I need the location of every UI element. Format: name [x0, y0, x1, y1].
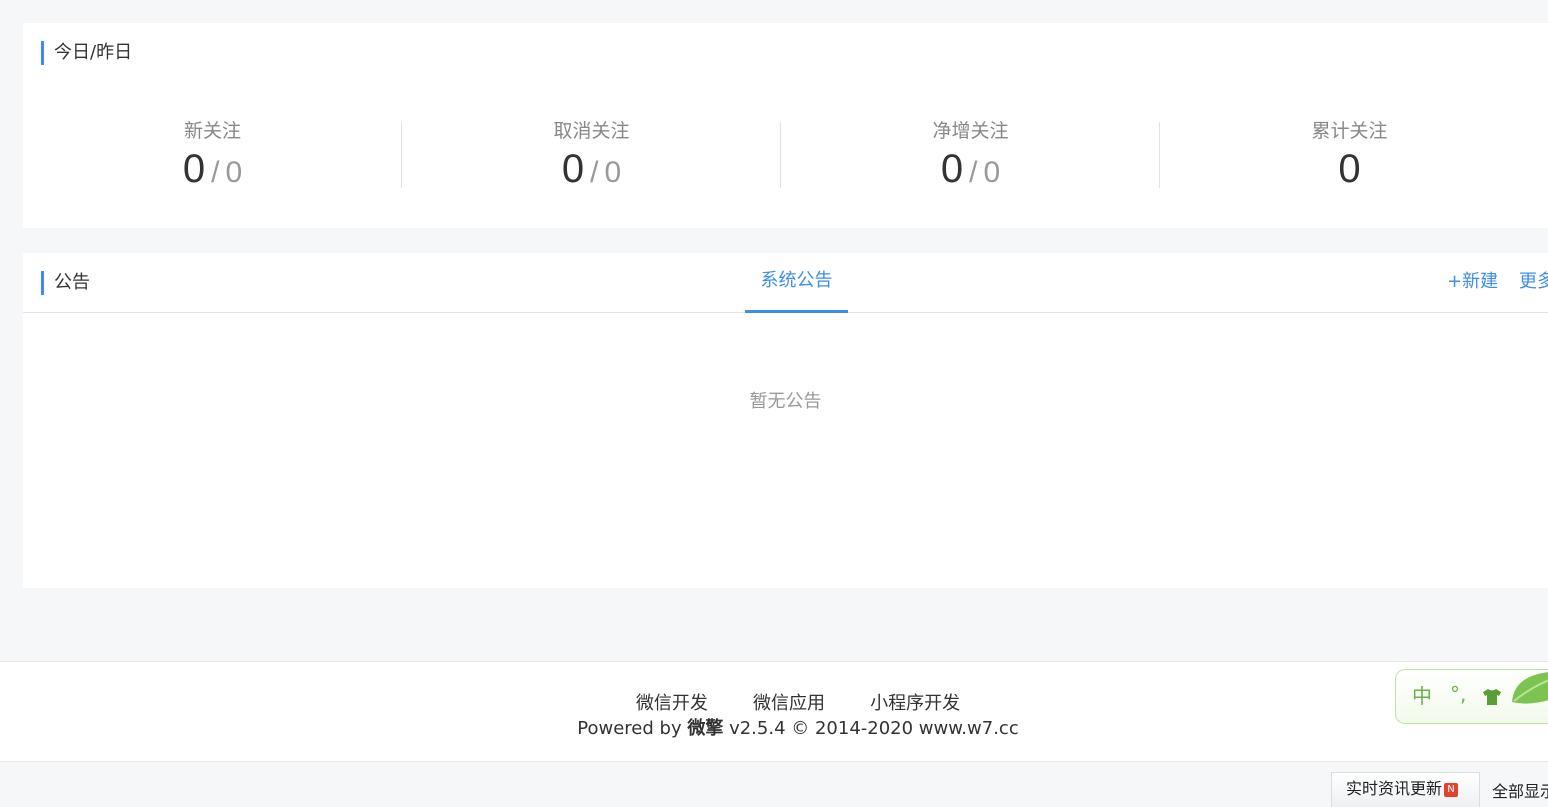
live-news-label: 实时资讯更新 — [1346, 779, 1443, 798]
stats-row: 新关注 0/0 取消关注 0/0 净增关注 0/0 累计关注 0 — [23, 118, 1548, 190]
stat-value: 0 — [1160, 148, 1539, 198]
tshirt-icon[interactable] — [1482, 688, 1502, 706]
ime-toolbar[interactable]: 中 °, — [1395, 669, 1548, 724]
live-news-tab[interactable]: 实时资讯更新 N — [1331, 772, 1480, 807]
footer-link-miniprogram-dev[interactable]: 小程序开发 — [870, 692, 960, 716]
footer-link-wechat-apps[interactable]: 微信应用 — [753, 692, 825, 716]
notice-header: 公告 系统公告 +新建 更多 — [23, 253, 1548, 313]
stat-label: 累计关注 — [1311, 120, 1388, 142]
stats-card-title: 今日/昨日 — [41, 41, 132, 65]
new-notice-link[interactable]: +新建 — [1447, 270, 1498, 294]
stat-separator: / — [969, 156, 978, 189]
notice-card-title: 公告 — [41, 271, 90, 295]
stat-yesterday-value: 0 — [983, 156, 1001, 189]
stat-separator: / — [590, 156, 599, 189]
notice-card: 公告 系统公告 +新建 更多 暂无公告 — [23, 253, 1548, 588]
stat-separator: / — [211, 156, 220, 189]
stat-value: 0/0 — [781, 148, 1160, 198]
ime-punctuation-toggle[interactable]: °, — [1450, 682, 1466, 706]
stat-total-follow: 累计关注 0 — [1160, 118, 1539, 190]
page-footer: 微信开发 微信应用 小程序开发 Powered by 微擎 v2.5.4 © 2… — [0, 661, 1548, 762]
stat-today-value: 0 — [182, 147, 206, 191]
powered-prefix: Powered by — [577, 718, 688, 739]
show-all-button[interactable]: 全部显示 — [1492, 780, 1548, 804]
stat-yesterday-value: 0 — [604, 156, 622, 189]
stat-value: 0/0 — [23, 148, 402, 198]
ime-mode-toggle[interactable]: 中 — [1412, 684, 1432, 708]
powered-suffix: v2.5.4 © 2014-2020 www.w7.cc — [723, 718, 1019, 739]
stats-card: 今日/昨日 新关注 0/0 取消关注 0/0 净增关注 0/0 累计关注 0 — [23, 23, 1548, 228]
footer-links: 微信开发 微信应用 小程序开发 — [0, 692, 1548, 716]
stat-label: 取消关注 — [553, 120, 630, 142]
stat-unfollow: 取消关注 0/0 — [402, 118, 781, 190]
stat-today-value: 0 — [940, 147, 964, 191]
stat-today-value: 0 — [561, 147, 585, 191]
stat-net-follow: 净增关注 0/0 — [781, 118, 1160, 190]
stat-value: 0/0 — [402, 148, 781, 198]
stat-yesterday-value: 0 — [225, 156, 243, 189]
empty-notice-text: 暂无公告 — [749, 391, 822, 412]
more-notice-link[interactable]: 更多 — [1519, 270, 1548, 294]
stat-total-value: 0 — [1338, 147, 1361, 191]
stat-label: 新关注 — [183, 120, 241, 142]
footer-link-wechat-dev[interactable]: 微信开发 — [636, 692, 708, 716]
leaf-icon — [1512, 672, 1548, 704]
brand-name: 微擎 — [687, 718, 724, 739]
stat-label: 净增关注 — [932, 120, 1009, 142]
tab-system-notice[interactable]: 系统公告 — [745, 253, 848, 313]
footer-copyright: Powered by 微擎 v2.5.4 © 2014-2020 www.w7.… — [0, 717, 1548, 741]
news-badge-icon: N — [1444, 782, 1459, 797]
stat-new-follow: 新关注 0/0 — [23, 118, 402, 190]
